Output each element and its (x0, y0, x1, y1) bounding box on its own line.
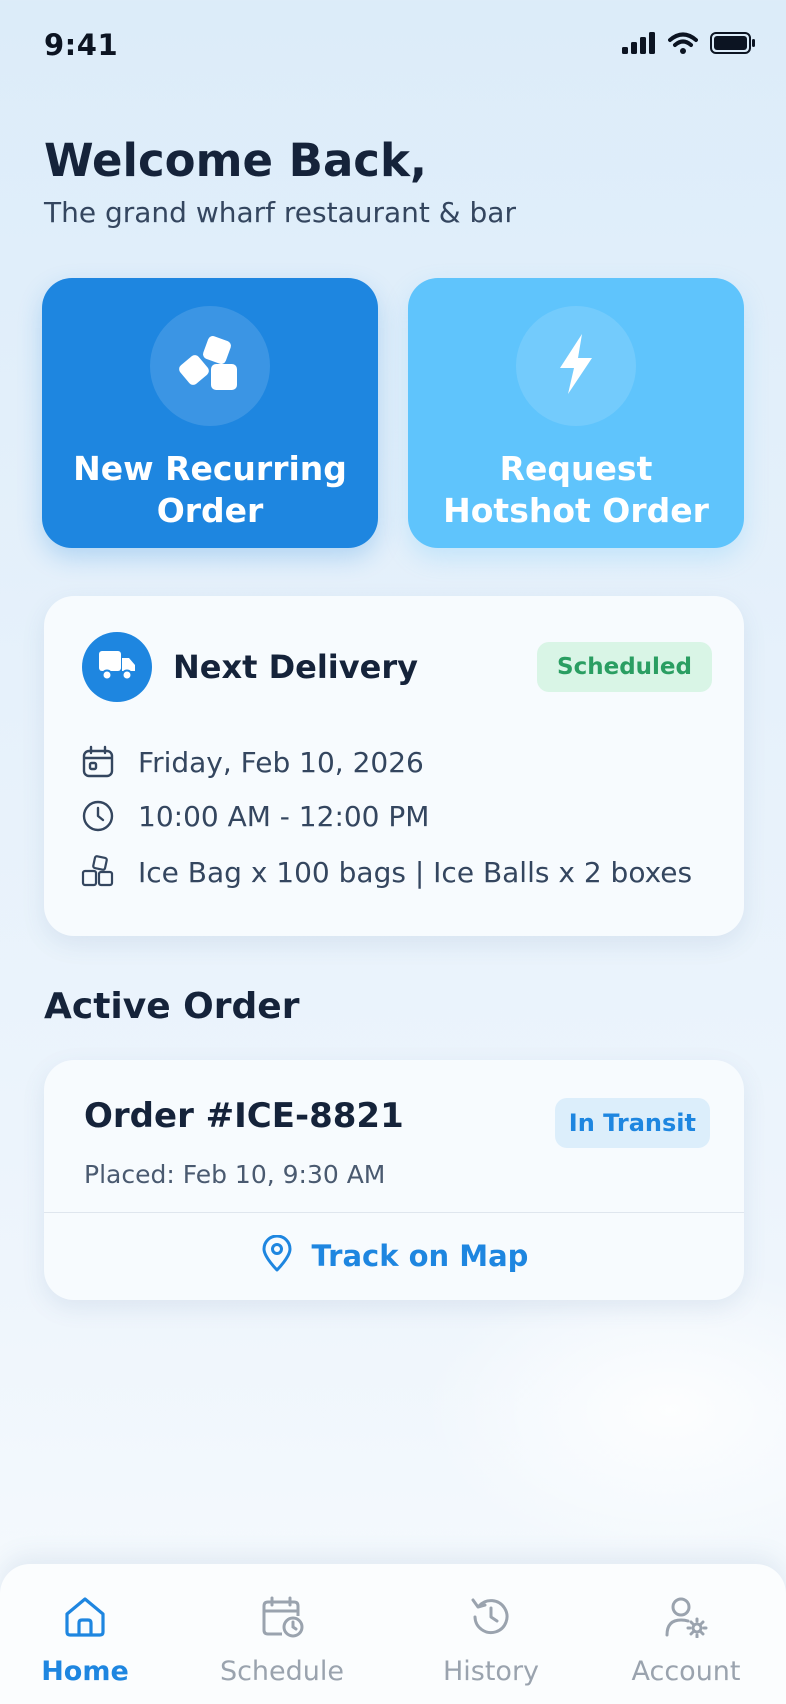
signal-icon (622, 32, 656, 58)
clock-icon (80, 798, 116, 834)
action-icon-circle (150, 306, 270, 426)
delivery-time-row: 10:00 AM - 12:00 PM (80, 798, 429, 834)
nav-history-label: History (442, 1656, 540, 1687)
page-title: Welcome Back, (44, 134, 428, 187)
map-pin-icon (260, 1234, 294, 1277)
delivery-time-window: 10:00 AM - 12:00 PM (138, 799, 430, 833)
track-on-map-button[interactable]: Track on Map (44, 1212, 744, 1300)
user-settings-icon (664, 1596, 708, 1642)
calendar-clock-icon (260, 1596, 304, 1642)
status-bar: 9:41 (0, 0, 786, 90)
delivery-date: Friday, Feb 10, 2026 (138, 745, 424, 779)
home-icon (63, 1596, 107, 1642)
nav-schedule-label: Schedule (219, 1656, 345, 1687)
battery-icon (710, 32, 756, 58)
request-hotshot-order-label: Request Hotshot Order (443, 449, 709, 530)
wifi-icon (668, 32, 698, 58)
next-delivery-title: Next Delivery (173, 648, 418, 686)
active-order-heading: Active Order (44, 986, 300, 1027)
active-order-card[interactable]: Order #ICE-8821 Placed: Feb 10, 9:30 AM … (44, 1060, 744, 1300)
truck-icon (98, 649, 136, 685)
status-badge: In Transit (554, 1098, 710, 1148)
nav-account[interactable]: Account (628, 1596, 744, 1687)
status-icons (622, 32, 756, 58)
nav-home-label: Home (41, 1656, 129, 1687)
calendar-icon (80, 744, 116, 780)
nav-home[interactable]: Home (41, 1596, 129, 1687)
ice-cubes-icon (178, 332, 242, 400)
track-on-map-label: Track on Map (311, 1239, 529, 1273)
nav-history[interactable]: History (438, 1596, 544, 1687)
order-placed-time: Placed: Feb 10, 9:30 AM (84, 1160, 386, 1189)
delivery-items-row: Ice Bag x 100 bags | Ice Balls x 2 boxes (80, 854, 692, 890)
bottom-nav: Home Schedule History Account (0, 1564, 786, 1704)
action-icon-circle (516, 306, 636, 426)
lightning-icon (554, 332, 598, 400)
next-delivery-card[interactable]: Next Delivery Scheduled Friday, Feb 10, … (44, 596, 744, 936)
nav-account-label: Account (631, 1656, 741, 1687)
truck-icon-circle (82, 632, 152, 702)
new-recurring-order-label: New Recurring Order (73, 449, 347, 530)
request-hotshot-order-button[interactable]: Request Hotshot Order (408, 278, 744, 548)
delivery-items: Ice Bag x 100 bags | Ice Balls x 2 boxes (138, 855, 693, 889)
restaurant-name: The grand wharf restaurant & bar (44, 196, 516, 229)
status-time: 9:41 (44, 28, 119, 62)
status-badge: Scheduled (537, 642, 712, 692)
order-number: Order #ICE-8821 (84, 1096, 404, 1136)
new-recurring-order-button[interactable]: New Recurring Order (42, 278, 378, 548)
ice-box-icon (80, 854, 116, 890)
delivery-date-row: Friday, Feb 10, 2026 (80, 744, 424, 780)
history-icon (469, 1596, 513, 1642)
nav-schedule[interactable]: Schedule (218, 1596, 346, 1687)
